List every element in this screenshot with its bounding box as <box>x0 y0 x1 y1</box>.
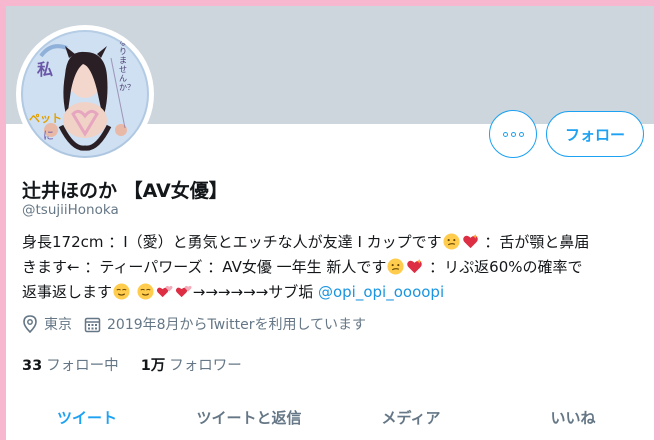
bio-line-1: 身長172cm ：I（愛）と勇気とエッチな人が友達 I カップです <box>22 233 442 251</box>
relieved-face-emoji <box>113 283 130 300</box>
location-text: 東京 <box>44 317 72 333</box>
calendar-icon <box>84 317 101 332</box>
confused-face-emoji <box>443 233 460 250</box>
profile-location: 東京 <box>22 314 72 334</box>
profile-meta: 東京 2019年8月からTwitterを利用しています <box>22 314 378 334</box>
sparkling-heart-emoji <box>407 258 423 274</box>
bio-line-3: 返事返します <box>22 283 113 301</box>
avatar-text-1: 私 <box>37 60 54 79</box>
bio-line-2: きます← ：ティーパワーズ ：AV女優 一年生 新人です <box>22 258 387 276</box>
following-label: フォロー中 <box>46 358 119 374</box>
tab-tweets-and-replies[interactable]: ツイートと返信 <box>168 394 330 440</box>
avatar-image: 私 ペット に なりませんか？ <box>21 30 149 158</box>
followers-link[interactable]: 1万 フォロワー <box>141 354 242 375</box>
confused-face-emoji <box>387 258 404 275</box>
more-options-button[interactable] <box>489 110 537 158</box>
following-count: 33 <box>22 358 43 374</box>
relieved-face-emoji <box>137 283 154 300</box>
avatar-text-2: ペット <box>29 112 62 125</box>
follow-button[interactable]: フォロー <box>546 111 644 157</box>
tab-media[interactable]: メディア <box>330 394 492 440</box>
profile-tabs: ツイート ツイートと返信 メディア いいね <box>6 394 654 440</box>
bio-line-2b: ：リぷ返60%の確率で <box>424 258 583 276</box>
profile-stats: 33 フォロー中 1万 フォロワー <box>22 354 264 375</box>
joined-text: 2019年8月からTwitterを利用しています <box>107 317 367 333</box>
bio-line-1b: ：舌が顎と鼻届 <box>479 233 590 251</box>
followers-count: 1万 <box>140 358 166 374</box>
profile-joined: 2019年8月からTwitterを利用しています <box>84 314 366 334</box>
profile-avatar[interactable]: 私 ペット に なりませんか？ <box>16 25 154 163</box>
tab-likes[interactable]: いいね <box>492 394 654 440</box>
avatar-text-3: に <box>43 129 54 142</box>
avatar-illustration <box>23 32 147 156</box>
bio-mention-link[interactable]: @opi_opi_oooopi <box>318 283 444 301</box>
location-pin-icon <box>23 315 37 333</box>
more-dots-icon <box>502 131 524 137</box>
followers-label: フォロワー <box>169 358 242 374</box>
bio-line-3b: →→→→→→サブ垢 <box>192 283 318 301</box>
sparkling-heart-emoji <box>462 233 478 249</box>
profile-bio: 身長172cm ：I（愛）と勇気とエッチな人が友達 I カップです ：舌が顎と鼻… <box>22 230 650 305</box>
profile-name: 辻井ほのか 【AV女優】 <box>22 180 228 202</box>
avatar-text-4: なりませんか？ <box>119 38 135 92</box>
profile-handle: @tsujiiHonoka <box>22 202 119 218</box>
two-hearts-emoji <box>175 285 192 298</box>
profile-card: 私 ペット に なりませんか？ フォロー 辻井ほのか 【AV女優】 @tsuji… <box>6 6 654 440</box>
following-link[interactable]: 33 フォロー中 <box>22 354 119 375</box>
two-hearts-emoji <box>156 285 173 298</box>
tab-tweets[interactable]: ツイート <box>6 394 168 440</box>
